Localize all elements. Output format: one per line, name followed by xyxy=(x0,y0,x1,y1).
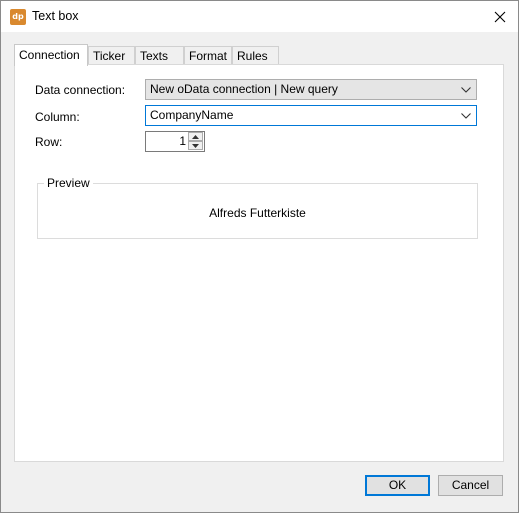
arrow-up-icon xyxy=(192,134,199,139)
spin-down-button[interactable] xyxy=(188,141,203,150)
tab-texts[interactable]: Texts xyxy=(135,46,184,65)
row-label: Row: xyxy=(35,135,63,149)
row-value: 1 xyxy=(179,134,186,148)
chevron-down-icon xyxy=(459,106,473,125)
tab-connection[interactable]: Connection xyxy=(14,44,88,66)
app-icon: dp xyxy=(10,9,26,25)
column-label: Column: xyxy=(35,110,80,124)
close-button[interactable] xyxy=(481,1,518,32)
tab-format[interactable]: Format xyxy=(184,46,232,65)
text-box-dialog: dp Text box Connection Ticker Texts Form… xyxy=(0,0,519,513)
chevron-down-icon xyxy=(459,80,473,99)
ok-button[interactable]: OK xyxy=(365,475,430,496)
cancel-button[interactable]: Cancel xyxy=(438,475,503,496)
title-bar: dp Text box xyxy=(1,1,518,32)
data-connection-label: Data connection: xyxy=(35,83,126,97)
connection-panel: Data connection: New oData connection | … xyxy=(14,64,504,462)
column-dropdown[interactable]: CompanyName xyxy=(145,105,477,126)
spin-up-button[interactable] xyxy=(188,132,203,141)
tab-rules[interactable]: Rules xyxy=(232,46,279,65)
preview-legend: Preview xyxy=(44,176,93,190)
window-title: Text box xyxy=(32,9,79,23)
tab-strip: Connection Ticker Texts Format Rules xyxy=(14,44,504,66)
close-icon xyxy=(494,11,505,22)
arrow-down-icon xyxy=(192,143,199,148)
row-stepper[interactable]: 1 xyxy=(145,131,205,152)
data-connection-value: New oData connection | New query xyxy=(150,82,338,96)
column-value: CompanyName xyxy=(150,108,234,122)
preview-group: Preview Alfreds Futterkiste xyxy=(37,176,478,239)
preview-text: Alfreds Futterkiste xyxy=(209,206,306,220)
data-connection-dropdown[interactable]: New oData connection | New query xyxy=(145,79,477,100)
tab-ticker[interactable]: Ticker xyxy=(88,46,135,65)
